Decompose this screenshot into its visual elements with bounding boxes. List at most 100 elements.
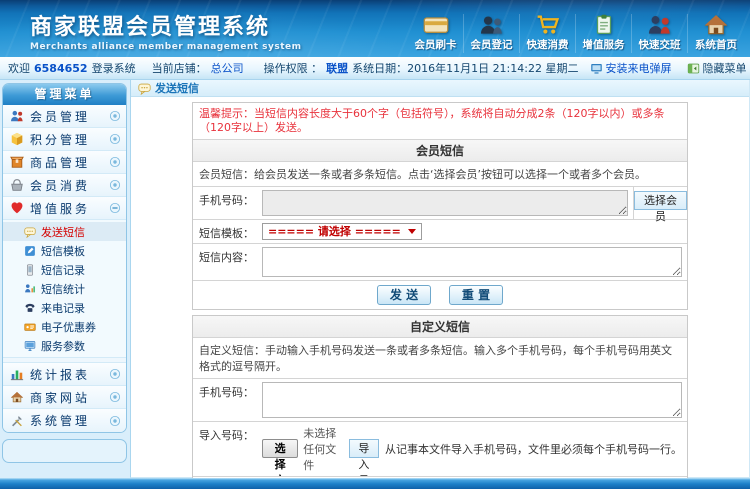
- member-sms-content-textarea[interactable]: [262, 247, 682, 277]
- quick-shift-icon: [647, 14, 673, 35]
- nav-label: 会员登记: [471, 37, 513, 52]
- sidebar-item-system-management[interactable]: 系统管理: [3, 409, 126, 432]
- link-label: 安装来电弹屏: [605, 60, 671, 76]
- import-number-button[interactable]: 导入号码: [349, 439, 379, 458]
- custom-phone-textarea[interactable]: [262, 382, 682, 418]
- submenu-label: 短信统计: [41, 281, 85, 297]
- submenu-label: 电子优惠券: [41, 319, 96, 335]
- template-label: 短信模板：: [193, 220, 257, 243]
- brand: 商家联盟会员管理系统 Merchants alliance member man…: [30, 9, 302, 57]
- choose-file-button[interactable]: 选择文件: [262, 439, 298, 458]
- submenu-item-sms-stats[interactable]: 短信统计: [3, 279, 126, 298]
- nav-quick-consume[interactable]: 快速消费: [520, 14, 576, 53]
- nav-system-home[interactable]: 系统首页: [688, 14, 744, 53]
- member-template-row: 短信模板： ===== 请选择 =====: [193, 219, 687, 243]
- member-phone-textarea[interactable]: [262, 190, 628, 216]
- sms-template-icon: [24, 245, 36, 257]
- goods-icon: [10, 155, 24, 169]
- sms-template-select[interactable]: ===== 请选择 =====: [262, 223, 422, 240]
- sms-stats-icon: [24, 283, 36, 295]
- sidebar-item-goods-management[interactable]: 商品管理: [3, 151, 126, 174]
- app-title: 商家联盟会员管理系统: [30, 9, 302, 41]
- main-content: 发送短信 温馨提示：当短信内容长度大于60个字（包括符号），系统将自动分成2条（…: [130, 80, 750, 478]
- user-id: 6584652: [34, 62, 88, 75]
- menu-label: 商品管理: [30, 154, 109, 171]
- points-icon: [10, 132, 24, 146]
- expand-icon[interactable]: [109, 133, 121, 145]
- sidebar-item-statistics-report[interactable]: 统计报表: [3, 363, 126, 386]
- nav-label: 增值服务: [583, 37, 625, 52]
- import-hint: 从记事本文件导入手机号码，文件里必须每个手机号码一行。: [385, 441, 682, 457]
- nav-member-register[interactable]: 会员登记: [464, 14, 520, 53]
- website-icon: [10, 390, 24, 404]
- submenu-item-call-record[interactable]: 来电记录: [3, 298, 126, 317]
- report-icon: [10, 367, 24, 381]
- menu-label: 系统管理: [30, 412, 109, 429]
- status-bar: 欢迎 6584652 登录系统 当前店铺： 总公司 操作权限 ： 联盟 系统日期…: [0, 57, 750, 80]
- phone-label: 手机号码：: [193, 187, 257, 219]
- import-label: 导入号码：: [193, 422, 257, 476]
- submenu-label: 发送短信: [41, 224, 85, 240]
- nav-quick-shift[interactable]: 快速交班: [632, 14, 688, 53]
- system-icon: [10, 414, 24, 428]
- nav-label: 快速消费: [527, 37, 569, 52]
- sidebar-item-merchant-website[interactable]: 商家网站: [3, 386, 126, 409]
- sidebar-item-member-consume[interactable]: 会员消费: [3, 174, 126, 197]
- sidebar-item-member-management[interactable]: 会员管理: [3, 105, 126, 128]
- expand-icon[interactable]: [109, 391, 121, 403]
- submenu-item-sms-record[interactable]: 短信记录: [3, 260, 126, 279]
- expand-icon[interactable]: [109, 156, 121, 168]
- member-card-icon: [423, 14, 449, 35]
- expand-icon[interactable]: [109, 179, 121, 191]
- member-content-row: 短信内容：: [193, 243, 687, 280]
- nav-value-added-service[interactable]: 增值服务: [576, 14, 632, 53]
- nav-label: 系统首页: [695, 37, 737, 52]
- send-button[interactable]: 发 送: [377, 285, 431, 305]
- custom-sms-description: 自定义短信：手动输入手机号码发送一条或者多条短信。输入多个手机号码，每个手机号码…: [193, 337, 687, 378]
- sidebar-item-points-management[interactable]: 积分管理: [3, 128, 126, 151]
- submenu-item-send-sms[interactable]: 发送短信: [3, 222, 126, 241]
- submenu-label: 服务参数: [41, 338, 85, 354]
- install-popup-link[interactable]: 安装来电弹屏: [590, 60, 675, 76]
- member-sms-header: 会员短信: [193, 139, 687, 161]
- welcome-suffix: 登录系统: [92, 60, 136, 76]
- submenu-item-e-coupon[interactable]: 电子优惠券: [3, 317, 126, 336]
- menu-label: 统计报表: [30, 366, 109, 383]
- hide-menu-link[interactable]: 隐藏菜单: [687, 60, 750, 76]
- submenu-item-service-params[interactable]: 服务参数: [3, 336, 126, 355]
- submenu-item-sms-template[interactable]: 短信模板: [3, 241, 126, 260]
- expand-icon[interactable]: [109, 110, 121, 122]
- phone-label: 手机号码：: [193, 379, 257, 421]
- dropdown-arrow-icon: [408, 229, 416, 234]
- submenu-label: 短信模板: [41, 243, 85, 259]
- value-added-submenu: 发送短信 短信模板 短信记录 短信统计: [3, 220, 126, 358]
- welcome-info: 欢迎 6584652 登录系统 当前店铺： 总公司 操作权限 ： 联盟: [8, 60, 352, 76]
- service-params-icon: [24, 340, 36, 352]
- no-file-text: 未选择任何文件: [303, 425, 338, 473]
- footer-bar: [0, 478, 750, 489]
- menu-label: 会员管理: [30, 108, 109, 125]
- value-added-service-icon: [591, 14, 617, 35]
- submenu-label: 来电记录: [41, 300, 85, 316]
- expand-icon[interactable]: [109, 415, 121, 427]
- menu-label: 会员消费: [30, 177, 109, 194]
- sidebar-item-value-added-service[interactable]: 增值服务: [3, 197, 126, 220]
- menu-label: 增值服务: [30, 200, 109, 217]
- reset-button[interactable]: 重 置: [449, 285, 503, 305]
- app-subtitle: Merchants alliance member management sys…: [30, 42, 302, 52]
- collapse-icon[interactable]: [109, 202, 121, 214]
- management-menu-panel: 管理菜单 会员管理 积分管理 商品管理: [2, 83, 127, 433]
- select-member-button[interactable]: 选择会员: [634, 191, 687, 210]
- nav-member-card[interactable]: 会员刷卡: [408, 14, 464, 53]
- app-header: 商家联盟会员管理系统 Merchants alliance member man…: [0, 0, 750, 57]
- sms-record-icon: [24, 264, 36, 276]
- page-title: 发送短信: [155, 80, 199, 96]
- send-sms-icon: [24, 226, 36, 238]
- expand-icon[interactable]: [109, 368, 121, 380]
- store-name: 总公司: [211, 60, 244, 76]
- member-sms-description: 会员短信：给会员发送一条或者多条短信。点击‘选择会员’按钮可以选择一个或者多个会…: [193, 161, 687, 186]
- quick-consume-icon: [535, 14, 561, 35]
- content-label: 短信内容：: [193, 244, 257, 280]
- member-sms-section: 温馨提示：当短信内容长度大于60个字（包括符号），系统将自动分成2条（120字以…: [192, 102, 688, 310]
- system-info: 系统日期：2016年11月1日 21:14:22 星期二 安装来电弹屏 隐藏菜单…: [352, 60, 750, 76]
